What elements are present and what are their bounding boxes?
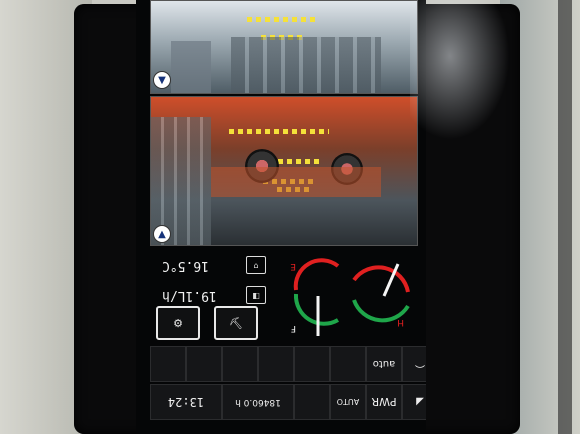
side-camera-view: ▲ bbox=[150, 96, 418, 246]
gauge-cluster: E F H bbox=[290, 258, 410, 336]
softkey-empty[interactable] bbox=[186, 346, 222, 382]
fuel-gauge-red-arc bbox=[293, 258, 340, 291]
softkey-empty[interactable] bbox=[150, 346, 186, 382]
camera-select-icon[interactable]: ▼ bbox=[153, 71, 171, 89]
clock-display: 13:24 bbox=[150, 384, 222, 420]
instrument-panel: 16.5°C ⌂ 19.1L/h ◧ E F H ⚙ ⛏ bbox=[150, 248, 416, 340]
monitor-screen: ▼ ▲ 16.5°C ⌂ 19.1L/h ◧ E F H ⚙ ⛏ auto ⌒ … bbox=[136, 0, 426, 434]
fuel-rate-readout: 19.1L/h bbox=[162, 288, 217, 303]
coolant-gauge: H bbox=[352, 263, 410, 327]
hour-meter-display: 18460.0 h bbox=[222, 384, 294, 420]
guide-line bbox=[229, 129, 329, 134]
machine-body bbox=[211, 167, 381, 197]
guide-line bbox=[247, 17, 317, 22]
auto-stop-label: AUTO bbox=[336, 397, 360, 407]
fuel-gauge-empty-label: E bbox=[290, 261, 296, 271]
auto-stop-button[interactable]: AUTO bbox=[330, 384, 366, 420]
softkey-empty[interactable] bbox=[258, 346, 294, 382]
power-mode-button[interactable]: PWR bbox=[366, 384, 402, 420]
attachment-mode-switch[interactable]: ⛏ bbox=[214, 306, 258, 340]
temperature-readout: 16.5°C bbox=[162, 258, 209, 273]
softkey-empty[interactable] bbox=[222, 346, 258, 382]
coolant-gauge-hot-label: H bbox=[397, 317, 404, 327]
fuel-gauge: E F bbox=[290, 258, 340, 336]
work-mode-switch[interactable]: ⚙ bbox=[156, 306, 200, 340]
power-mode-label: PWR bbox=[371, 395, 397, 409]
building-facade bbox=[231, 37, 381, 93]
lamp-button[interactable]: ⌒ bbox=[402, 346, 426, 382]
auto-idle-button[interactable]: auto bbox=[366, 346, 402, 382]
travel-mode-button[interactable]: ◢ bbox=[402, 384, 426, 420]
hour-meter-text: 18460.0 h bbox=[235, 397, 281, 407]
softkey-empty[interactable] bbox=[294, 346, 330, 382]
auto-idle-label: auto bbox=[372, 358, 396, 370]
fuel-gauge-full-label: F bbox=[291, 323, 296, 333]
window-frame-rail bbox=[558, 0, 572, 434]
clock-text: 13:24 bbox=[167, 395, 205, 409]
rear-camera-view: ▼ bbox=[150, 0, 418, 94]
fuel-rate-icon: ◧ bbox=[246, 286, 266, 304]
building-facade bbox=[171, 41, 211, 93]
coolant-gauge-red-arc bbox=[352, 265, 410, 293]
thermometer-icon: ⌂ bbox=[246, 256, 266, 274]
softkey-empty[interactable] bbox=[294, 384, 330, 420]
camera-select-icon[interactable]: ▲ bbox=[153, 225, 171, 243]
glare-reflection bbox=[410, 0, 510, 140]
softkey-empty[interactable] bbox=[330, 346, 366, 382]
